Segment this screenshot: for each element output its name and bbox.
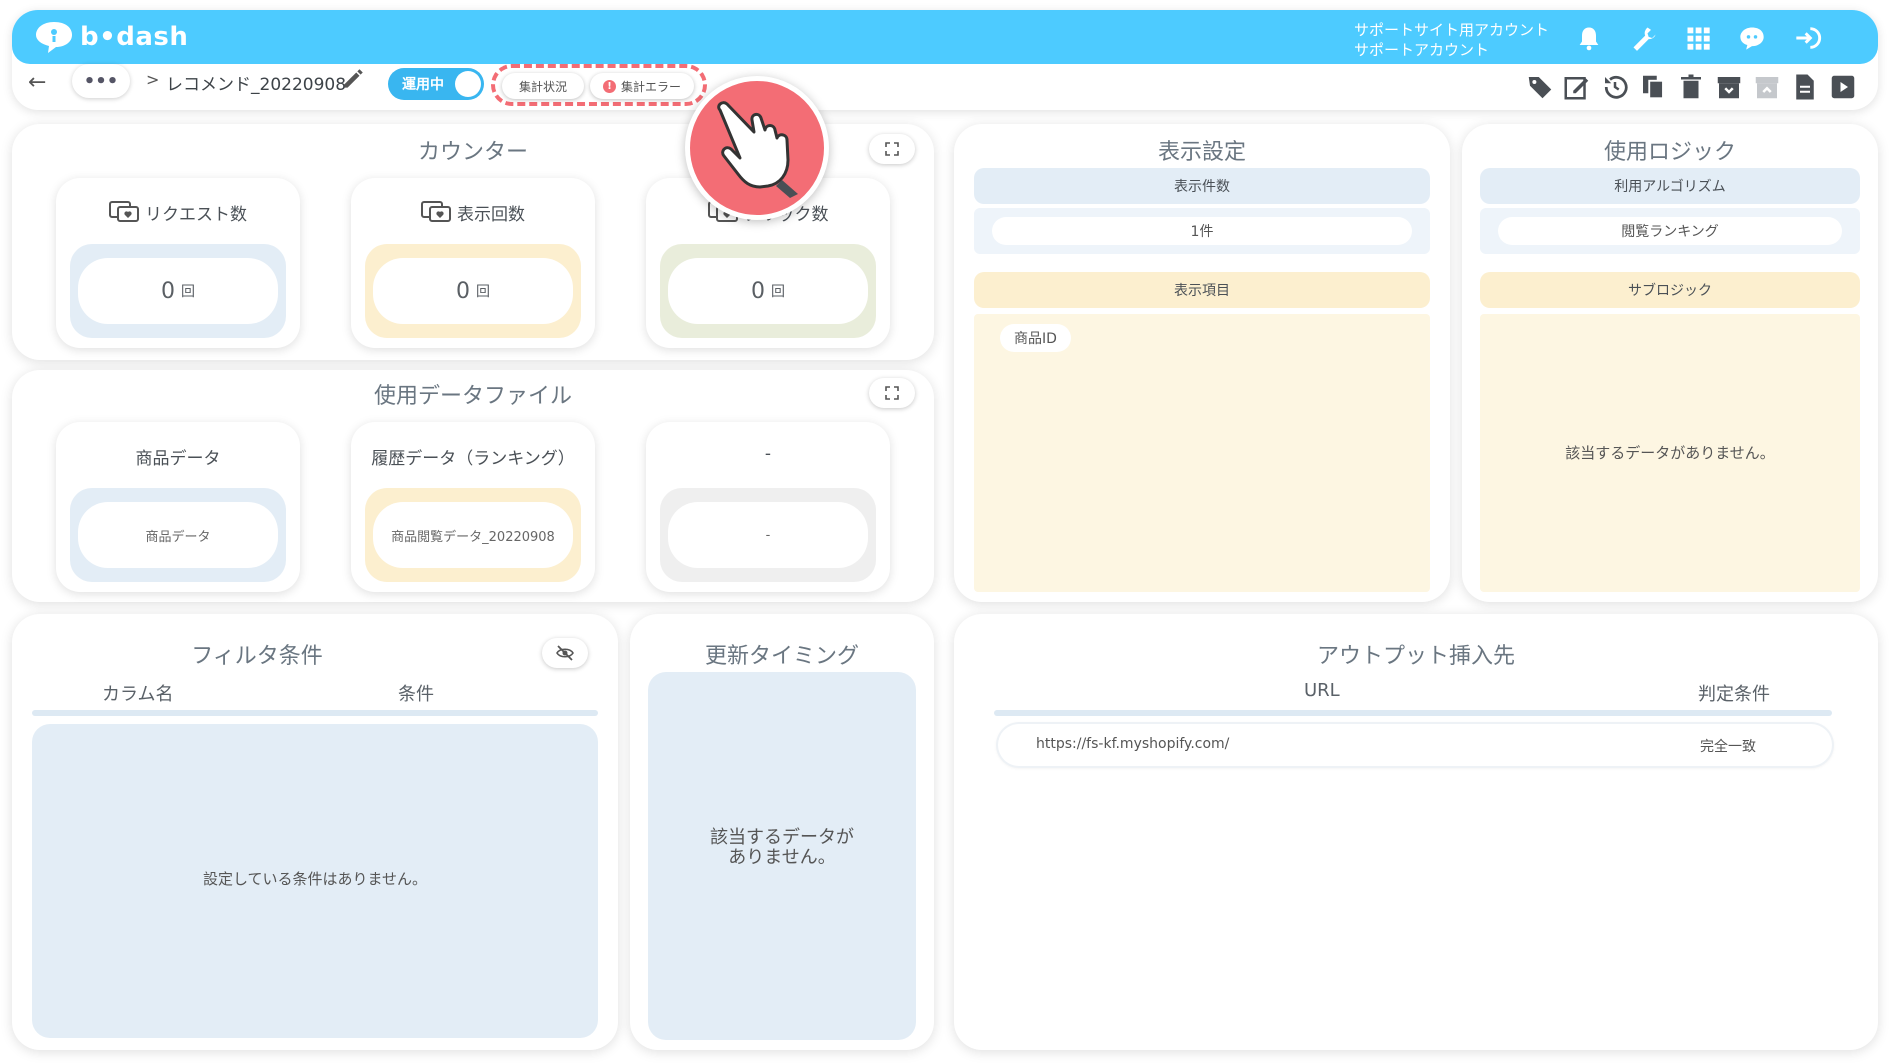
timing-panel: 更新タイミング 該当するデータが ありません。 [630, 614, 934, 1050]
account-user: サポートアカウント [1354, 41, 1490, 59]
edit-icon[interactable] [1562, 72, 1592, 102]
header-divider [994, 710, 1832, 716]
document-icon[interactable] [1790, 72, 1820, 102]
timing-area: 該当するデータが ありません。 [648, 672, 916, 1040]
eye-off-icon [556, 645, 574, 661]
output-panel: アウトプット挿入先 URL 判定条件 [954, 614, 1878, 1050]
timing-title: 更新タイミング [630, 638, 934, 673]
display-items-header: 表示項目 [974, 272, 1430, 308]
error-icon: ! [602, 79, 616, 93]
click-count-value: 0回 [668, 258, 868, 324]
empty-data-card: - - [646, 422, 890, 592]
aggregate-status-button[interactable]: 集計状況 [502, 73, 584, 99]
expand-button[interactable] [869, 134, 915, 164]
impression-count-value: 0回 [373, 258, 573, 324]
history-icon[interactable] [1600, 72, 1630, 102]
url-header: URL [1304, 680, 1340, 701]
filter-hidden-toggle-button[interactable] [542, 638, 588, 668]
wrench-icon[interactable] [1630, 24, 1658, 52]
archive-disabled-icon [1752, 72, 1782, 102]
logo-bubble-icon [36, 22, 72, 53]
logic-panel: 使用ロジック 利用アルゴリズム 閲覧ランキング サブロジック 該当するデータがあ… [1462, 124, 1878, 602]
filter-panel: フィルタ条件 カラム名 条件 設定している条件はありません。 [12, 614, 618, 1050]
operation-toggle[interactable]: 運用中 [388, 68, 484, 100]
display-count-value: 1件 [992, 217, 1412, 245]
chat-heart-icon [109, 200, 139, 222]
toggle-knob [455, 71, 481, 97]
column-name-header: カラム名 [102, 684, 174, 705]
sublogic-header: サブロジック [1480, 272, 1860, 308]
display-items-area: 商品ID [974, 314, 1430, 592]
sublogic-empty-message: 該当するデータがありません。 [1565, 444, 1775, 462]
output-title: アウトプット挿入先 [954, 638, 1878, 673]
bell-icon[interactable] [1575, 24, 1603, 52]
expand-button[interactable] [869, 378, 915, 408]
empty-data-value: - [668, 502, 868, 568]
impression-count-card: 表示回数 0回 [351, 178, 595, 348]
back-arrow-icon[interactable]: ← [28, 70, 46, 95]
filter-empty-message: 設定している条件はありません。 [202, 870, 428, 888]
copy-icon[interactable] [1638, 72, 1668, 102]
product-data-value: 商品データ [78, 502, 278, 568]
algorithm-header: 利用アルゴリズム [1480, 168, 1860, 204]
tap-pointer-overlay [685, 76, 829, 220]
expand-icon [885, 142, 899, 156]
account-org: サポートサイト用アカウント [1354, 21, 1550, 39]
request-count-value: 0回 [78, 258, 278, 324]
trash-icon[interactable] [1676, 72, 1706, 102]
breadcrumb-more-button[interactable]: ••• [72, 64, 130, 98]
timing-empty-message: 該当するデータが ありません。 [710, 827, 854, 868]
expand-icon [885, 386, 899, 400]
aggregate-status-label: 集計状況 [518, 79, 567, 94]
edit-title-pencil-icon[interactable] [340, 66, 366, 92]
data-file-panel: 使用データファイル 商品データ 商品データ 履歴データ（ランキング） 商品閲覧デ… [12, 370, 934, 602]
filter-title: フィルタ条件 [12, 638, 502, 673]
account-info[interactable]: サポートサイト用アカウント サポートアカウント [1354, 20, 1549, 60]
history-data-label: 履歴データ（ランキング） [371, 449, 575, 469]
output-condition: 完全一致 [1700, 739, 1756, 755]
history-data-card[interactable]: 履歴データ（ランキング） 商品閲覧データ_20220908 [351, 422, 595, 592]
aggregate-error-button[interactable]: ! 集計エラー [590, 73, 694, 99]
chat-face-icon[interactable] [1738, 24, 1766, 52]
sublogic-area: 該当するデータがありません。 [1480, 314, 1860, 592]
impression-count-label: 表示回数 [457, 205, 525, 225]
logic-title: 使用ロジック [1462, 134, 1878, 169]
breadcrumb-title: レコメンド_20220908 [166, 75, 347, 95]
request-count-card: リクエスト数 0回 [56, 178, 300, 348]
header-divider [32, 710, 598, 716]
filter-list-area: 設定している条件はありません。 [32, 724, 598, 1038]
display-count-header: 表示件数 [974, 168, 1430, 204]
chat-heart-icon [421, 200, 451, 222]
product-data-card[interactable]: 商品データ 商品データ [56, 422, 300, 592]
display-settings-title: 表示設定 [954, 134, 1450, 169]
history-data-value: 商品閲覧データ_20220908 [373, 502, 573, 568]
condition-header: 条件 [398, 684, 434, 705]
logout-icon[interactable] [1794, 24, 1822, 52]
request-count-label: リクエスト数 [145, 205, 247, 225]
data-file-title: 使用データファイル [12, 378, 934, 413]
hand-pointer-icon [717, 101, 798, 198]
empty-data-label: - [764, 444, 772, 464]
top-bar: b•dash サポートサイト用アカウント サポートアカウント [12, 10, 1878, 110]
archive-icon[interactable] [1714, 72, 1744, 102]
logo-text: b•dash [80, 22, 189, 52]
display-item-chip: 商品ID [1000, 324, 1071, 352]
tag-icon[interactable] [1525, 72, 1555, 102]
product-data-label: 商品データ [135, 449, 221, 469]
output-row[interactable]: https://fs-kf.myshopify.com/ 完全一致 [998, 724, 1832, 766]
logo[interactable]: b•dash [34, 20, 188, 54]
display-settings-panel: 表示設定 表示件数 1件 表示項目 商品ID [954, 124, 1450, 602]
breadcrumb-separator: > [146, 70, 160, 89]
algorithm-value: 閲覧ランキング [1498, 217, 1842, 245]
header-band: b•dash サポートサイト用アカウント サポートアカウント [12, 10, 1878, 64]
grid-icon[interactable] [1684, 24, 1712, 52]
match-condition-header: 判定条件 [1698, 684, 1770, 705]
aggregate-error-label: 集計エラー [620, 79, 681, 94]
output-url: https://fs-kf.myshopify.com/ [1036, 736, 1230, 752]
play-icon[interactable] [1828, 72, 1858, 102]
toggle-label: 運用中 [402, 77, 444, 93]
